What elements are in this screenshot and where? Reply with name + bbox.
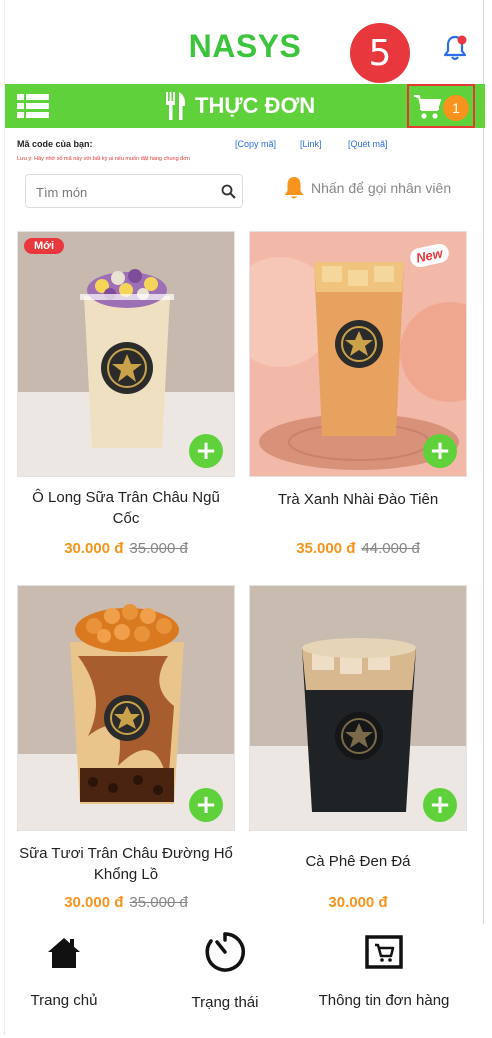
product-name[interactable]: Ô Long Sữa Trân Châu Ngũ Cốc (17, 487, 235, 529)
product-card[interactable]: Mới + Ô Long Sữa Trân Châu Ngũ Cốc 30.00… (17, 231, 235, 561)
product-card[interactable]: + Sữa Tươi Trân Châu Đường Hổ Khổng Lồ 3… (17, 585, 235, 915)
menu-title-text: THỰC ĐƠN (195, 93, 316, 118)
product-name[interactable]: Trà Xanh Nhài Đào Tiên (249, 489, 467, 510)
step-badge: 5 (350, 23, 410, 83)
search-input[interactable] (36, 181, 211, 203)
code-label: Mã code của bạn: (17, 139, 93, 149)
add-to-cart-button[interactable]: + (423, 788, 457, 822)
nav-status-label: Trạng thái (191, 994, 259, 1011)
menu-title: THỰC ĐƠN (165, 92, 315, 120)
cart-icon (365, 935, 403, 969)
timer-icon (205, 932, 245, 972)
brand-title: NASYS (188, 28, 302, 64)
home-icon (48, 938, 80, 968)
bell-icon (284, 177, 304, 199)
scan-code-link[interactable]: [Quét mã] (348, 139, 388, 149)
product-card[interactable]: New + Trà Xanh Nhài Đào Tiên 35.000 đ 44.… (249, 231, 467, 561)
product-prices: 30.000 đ 35.000 đ (17, 894, 235, 911)
code-row: Mã code của bạn: [Copy mã] [Link] [Quét … (17, 139, 477, 153)
product-prices: 30.000 đ 35.000 đ (17, 540, 235, 557)
fork-knife-icon (166, 92, 186, 120)
product-name[interactable]: Cà Phê Đen Đá (249, 851, 467, 872)
nav-order-info-label: Thông tin đơn hàng (318, 992, 450, 1009)
product-old-price: 44.000 đ (361, 540, 420, 557)
new-badge: Mới (24, 238, 65, 254)
nav-home[interactable]: Trang chủ (19, 934, 109, 1009)
product-price: 35.000 đ (296, 540, 356, 557)
app-container: NASYS 5 THỰC ĐƠN 1 Mã code của bạn: [Cop… (4, 0, 485, 1034)
link-link[interactable]: [Link] (300, 139, 322, 149)
nav-order-info[interactable]: Thông tin đơn hàng (301, 934, 467, 1009)
product-old-price: 35.000 đ (129, 540, 188, 557)
cart-count-badge: 1 (443, 95, 469, 121)
search-icon[interactable] (221, 184, 236, 199)
copy-code-link[interactable]: [Copy mã] (235, 139, 276, 149)
add-to-cart-button[interactable]: + (189, 788, 223, 822)
product-old-price: 35.000 đ (129, 894, 188, 911)
product-name[interactable]: Sữa Tươi Trân Châu Đường Hổ Khổng Lồ (17, 843, 235, 885)
product-price: 30.000 đ (64, 540, 124, 557)
product-price: 30.000 đ (328, 894, 388, 911)
bottom-nav: Trang chủ Trạng thái Thông tin đơn hàng (5, 924, 485, 1034)
bell-icon[interactable] (441, 34, 469, 62)
top-header: NASYS 5 (5, 0, 485, 84)
product-price: 30.000 đ (64, 894, 124, 911)
call-staff-label: Nhấn để gọi nhân viên (311, 180, 452, 196)
nav-status[interactable]: Trạng thái (177, 930, 273, 1011)
cart-icon (414, 95, 441, 119)
product-prices: 35.000 đ 44.000 đ (249, 540, 467, 557)
list-icon[interactable] (17, 94, 49, 118)
product-prices: 30.000 đ (249, 894, 467, 911)
cart-button[interactable]: 1 (407, 84, 475, 128)
search-box (25, 174, 243, 208)
add-to-cart-button[interactable]: + (189, 434, 223, 468)
add-to-cart-button[interactable]: + (423, 434, 457, 468)
nav-home-label: Trang chủ (30, 992, 98, 1009)
call-staff-button[interactable]: Nhấn để gọi nhân viên (283, 174, 451, 202)
product-card[interactable]: + Cà Phê Đen Đá 30.000 đ (249, 585, 467, 915)
code-note: Lưu ý: Hãy nhớ số mã này với bất kỳ ai n… (17, 156, 190, 162)
